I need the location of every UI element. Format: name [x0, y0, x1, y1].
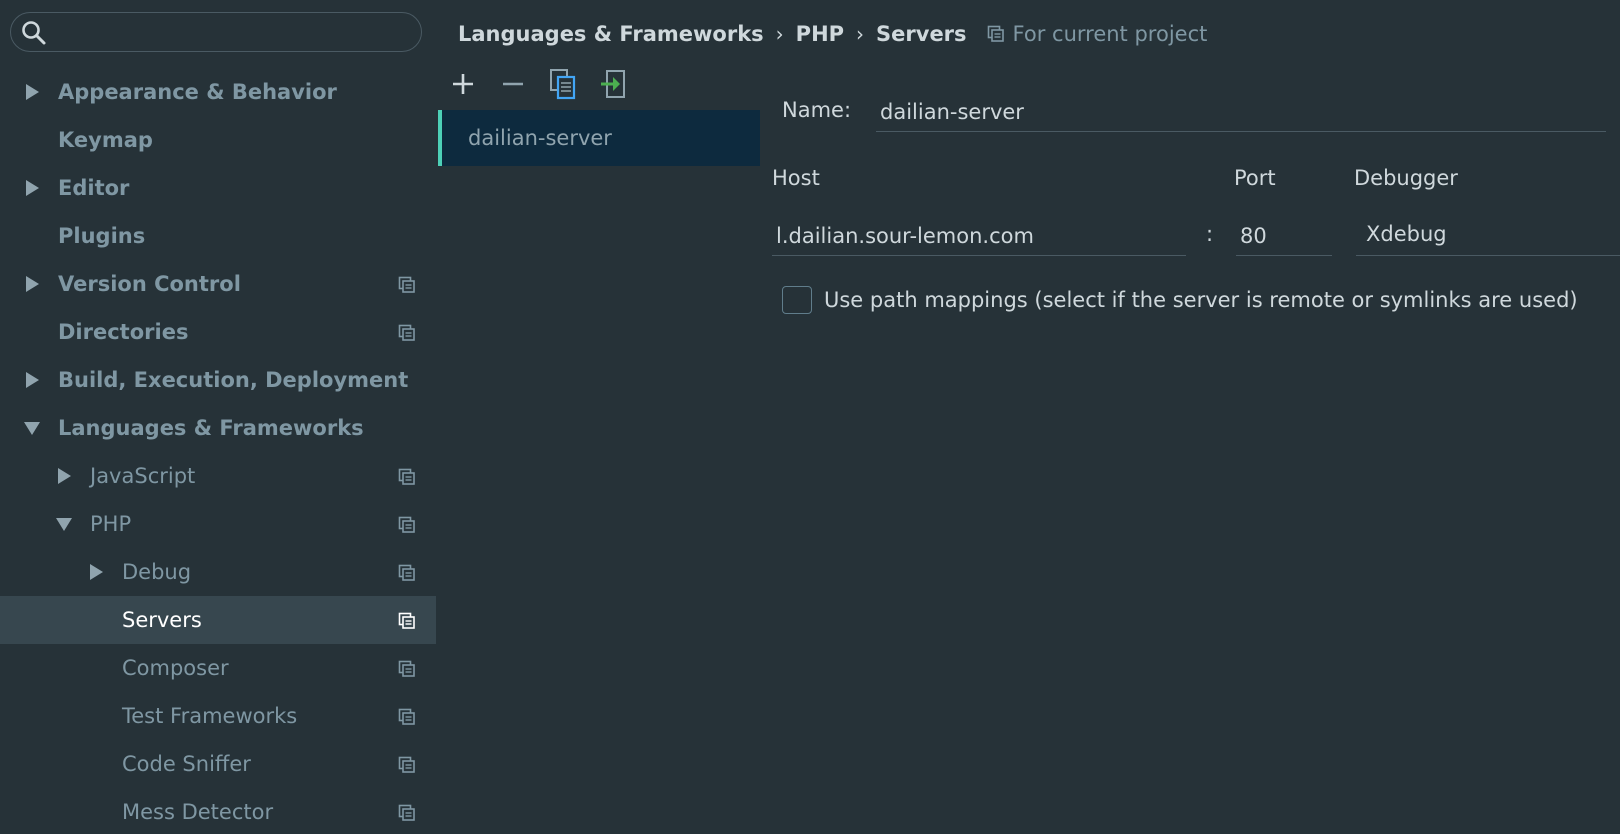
name-input[interactable] [876, 92, 1606, 132]
sidebar-item-appearance-behavior[interactable]: Appearance & Behavior [0, 68, 436, 116]
debugger-select[interactable]: Xdebug [1356, 216, 1620, 256]
sidebar-item-label: Debug [122, 560, 192, 584]
search-icon [22, 21, 46, 45]
triangle-right-icon[interactable] [22, 178, 42, 198]
host-label: Host [772, 166, 820, 190]
search-input[interactable] [55, 17, 410, 47]
path-mappings-checkbox[interactable] [782, 286, 812, 314]
server-list-item[interactable]: dailian-server [438, 110, 760, 166]
project-scope-icon [398, 659, 416, 677]
sidebar-item-label: Servers [122, 608, 202, 632]
project-scope-icon [398, 707, 416, 725]
port-label: Port [1234, 166, 1276, 190]
project-scope-icon [398, 803, 416, 821]
sidebar-item-plugins[interactable]: Plugins [0, 212, 436, 260]
port-separator: : [1206, 222, 1214, 246]
sidebar-item-directories[interactable]: Directories [0, 308, 436, 356]
sidebar-item-servers[interactable]: Servers [0, 596, 436, 644]
sidebar-item-label: Directories [58, 320, 189, 344]
sidebar-item-label: Keymap [58, 128, 153, 152]
sidebar-item-composer[interactable]: Composer [0, 644, 436, 692]
sidebar-item-label: Editor [58, 176, 130, 200]
project-scope-icon [398, 563, 416, 581]
sidebar-item-test-frameworks[interactable]: Test Frameworks [0, 692, 436, 740]
project-scope-icon [398, 611, 416, 629]
sidebar-item-javascript[interactable]: JavaScript [0, 452, 436, 500]
sidebar-item-php[interactable]: PHP [0, 500, 436, 548]
sidebar-item-label: JavaScript [90, 464, 196, 488]
sidebar-item-label: Build, Execution, Deployment [58, 368, 409, 392]
sidebar-item-label: Plugins [58, 224, 146, 248]
project-scope-icon [398, 515, 416, 533]
sidebar-item-debug[interactable]: Debug [0, 548, 436, 596]
server-form: Name: Host Port Debugger : Xdebug Use pa… [772, 0, 1620, 834]
triangle-right-icon[interactable] [54, 466, 74, 486]
import-icon [601, 70, 625, 98]
copy-icon [550, 69, 576, 100]
sidebar-item-label: Composer [122, 656, 229, 680]
port-input[interactable] [1236, 216, 1332, 256]
settings-sidebar: Appearance & Behavior Keymap Editor Plugins… [0, 0, 436, 834]
triangle-right-icon[interactable] [22, 370, 42, 390]
sidebar-item-label: Test Frameworks [122, 704, 298, 728]
sidebar-item-keymap[interactable]: Keymap [0, 116, 436, 164]
debugger-label: Debugger [1354, 166, 1458, 190]
triangle-right-icon[interactable] [86, 562, 106, 582]
add-server-button[interactable] [448, 69, 478, 99]
triangle-right-icon[interactable] [22, 82, 42, 102]
triangle-down-icon[interactable] [22, 418, 42, 438]
server-list-toolbar [448, 66, 648, 102]
sidebar-item-label: Code Sniffer [122, 752, 251, 776]
remove-icon [503, 82, 523, 86]
sidebar-item-label: Version Control [58, 272, 241, 296]
name-label: Name: [782, 98, 852, 122]
sidebar-item-label: Mess Detector [122, 800, 274, 824]
sidebar-item-version-control[interactable]: Version Control [0, 260, 436, 308]
project-scope-icon [398, 755, 416, 773]
add-icon [453, 74, 473, 94]
triangle-down-icon[interactable] [54, 514, 74, 534]
settings-tree: Appearance & Behavior Keymap Editor Plugins… [0, 68, 436, 834]
import-server-button[interactable] [598, 69, 628, 99]
sidebar-item-label: PHP [90, 512, 132, 536]
sidebar-item-build-execution-deployment[interactable]: Build, Execution, Deployment [0, 356, 436, 404]
sidebar-item-languages-frameworks[interactable]: Languages & Frameworks [0, 404, 436, 452]
search-box[interactable] [10, 12, 422, 52]
sidebar-item-label: Appearance & Behavior [58, 80, 337, 104]
triangle-right-icon[interactable] [22, 274, 42, 294]
project-scope-icon [398, 323, 416, 341]
project-scope-icon [398, 467, 416, 485]
server-list: dailian-server [438, 110, 760, 166]
host-input[interactable] [772, 216, 1186, 256]
sidebar-item-label: Languages & Frameworks [58, 416, 364, 440]
sidebar-item-mess-detector[interactable]: Mess Detector [0, 788, 436, 834]
copy-server-button[interactable] [548, 69, 578, 100]
remove-server-button[interactable] [498, 69, 528, 99]
sidebar-item-code-sniffer[interactable]: Code Sniffer [0, 740, 436, 788]
sidebar-item-editor[interactable]: Editor [0, 164, 436, 212]
breadcrumb-item-languages[interactable]: Languages & Frameworks [458, 22, 764, 46]
path-mappings-label[interactable]: Use path mappings (select if the server … [824, 288, 1578, 312]
project-scope-icon [398, 275, 416, 293]
